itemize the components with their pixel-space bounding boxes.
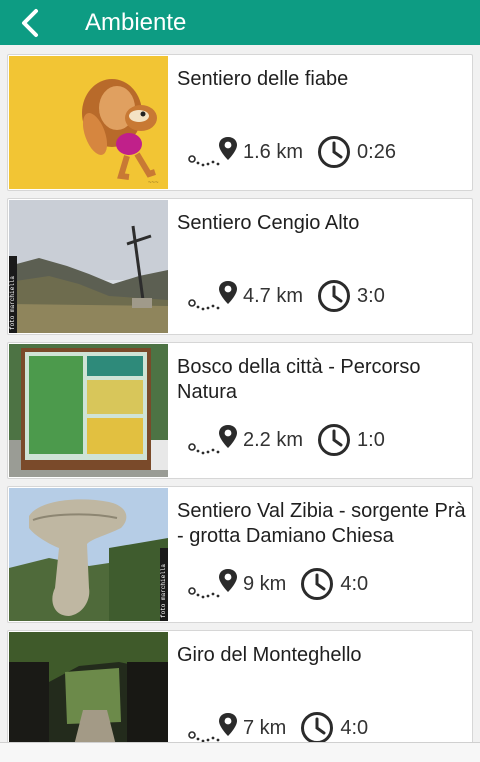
clock-icon (318, 280, 351, 312)
trail-meta: 4.7 km 3:0 (183, 278, 385, 314)
route-icon (188, 137, 237, 167)
forest-path-image (9, 632, 168, 742)
trail-title: Giro del Monteghello (177, 644, 362, 666)
trail-duration: 4:0 (340, 716, 369, 739)
trail-meta: 2.2 km 1:0 (183, 422, 385, 458)
trail-thumbnail: ~~~ (9, 56, 168, 189)
trail-thumbnail: foto marchiella (9, 200, 168, 333)
trail-thumbnail: foto marchiella (9, 488, 168, 621)
trail-card[interactable]: foto marchiella Sentiero Cengio Alto 4.7… (7, 198, 473, 335)
trail-duration: 4:0 (340, 572, 369, 595)
trail-card[interactable]: ~~~ Sentiero delle fiabe 1.6 km 0:26 (7, 54, 473, 191)
trail-duration: 0:26 (357, 140, 396, 163)
nature-signboard-image (9, 344, 168, 477)
rock-formation-image: foto marchiella (9, 488, 168, 621)
clock-icon (318, 424, 351, 456)
trail-distance: 7 km (243, 716, 287, 739)
photo-watermark: foto marchiella (160, 564, 167, 618)
app-bar: Ambiente (0, 0, 480, 45)
page-title: Ambiente (85, 8, 187, 36)
trail-meta: 9 km 4:0 (183, 566, 368, 602)
clock-icon (301, 568, 334, 600)
trail-title: Sentiero Cengio Alto (177, 212, 360, 234)
trail-thumbnail (9, 632, 168, 742)
route-icon (188, 713, 237, 742)
route-icon (188, 569, 237, 599)
trail-distance: 2.2 km (243, 428, 304, 451)
back-button[interactable] (0, 0, 60, 45)
trail-distance: 1.6 km (243, 140, 304, 163)
route-icon (188, 425, 237, 455)
trail-meta: 1.6 km 0:26 (183, 134, 396, 170)
svg-text:~~~: ~~~ (148, 180, 159, 186)
cartoon-squirrel-image: ~~~ (82, 79, 159, 186)
trail-title: Bosco della città - Percorso Natura (177, 356, 421, 403)
trail-thumbnail (9, 344, 168, 477)
route-icon (188, 281, 237, 311)
trail-distance: 9 km (243, 572, 287, 595)
trail-title: Sentiero Val Zibia - sorgente Prà - grot… (177, 500, 466, 547)
photo-watermark: foto marchiella (9, 276, 16, 330)
trail-card[interactable]: Bosco della città - Percorso Natura 2.2 … (7, 342, 473, 479)
mountain-cross-image: foto marchiella (9, 200, 168, 333)
trail-duration: 1:0 (357, 428, 385, 451)
trail-duration: 3:0 (357, 284, 385, 307)
clock-icon (301, 712, 334, 742)
chevron-left-icon (22, 8, 38, 37)
trail-meta: 7 km 4:0 (183, 710, 368, 742)
clock-icon (318, 136, 351, 168)
trail-card[interactable]: Giro del Monteghello 7 km 4:0 (7, 630, 473, 742)
bottom-bar (0, 742, 480, 762)
trail-card[interactable]: foto marchiella Sentiero Val Zibia - sor… (7, 486, 473, 623)
trail-list[interactable]: ~~~ Sentiero delle fiabe 1.6 km 0:26 fot… (0, 45, 480, 742)
trail-title: Sentiero delle fiabe (177, 68, 349, 90)
trail-distance: 4.7 km (243, 284, 304, 307)
